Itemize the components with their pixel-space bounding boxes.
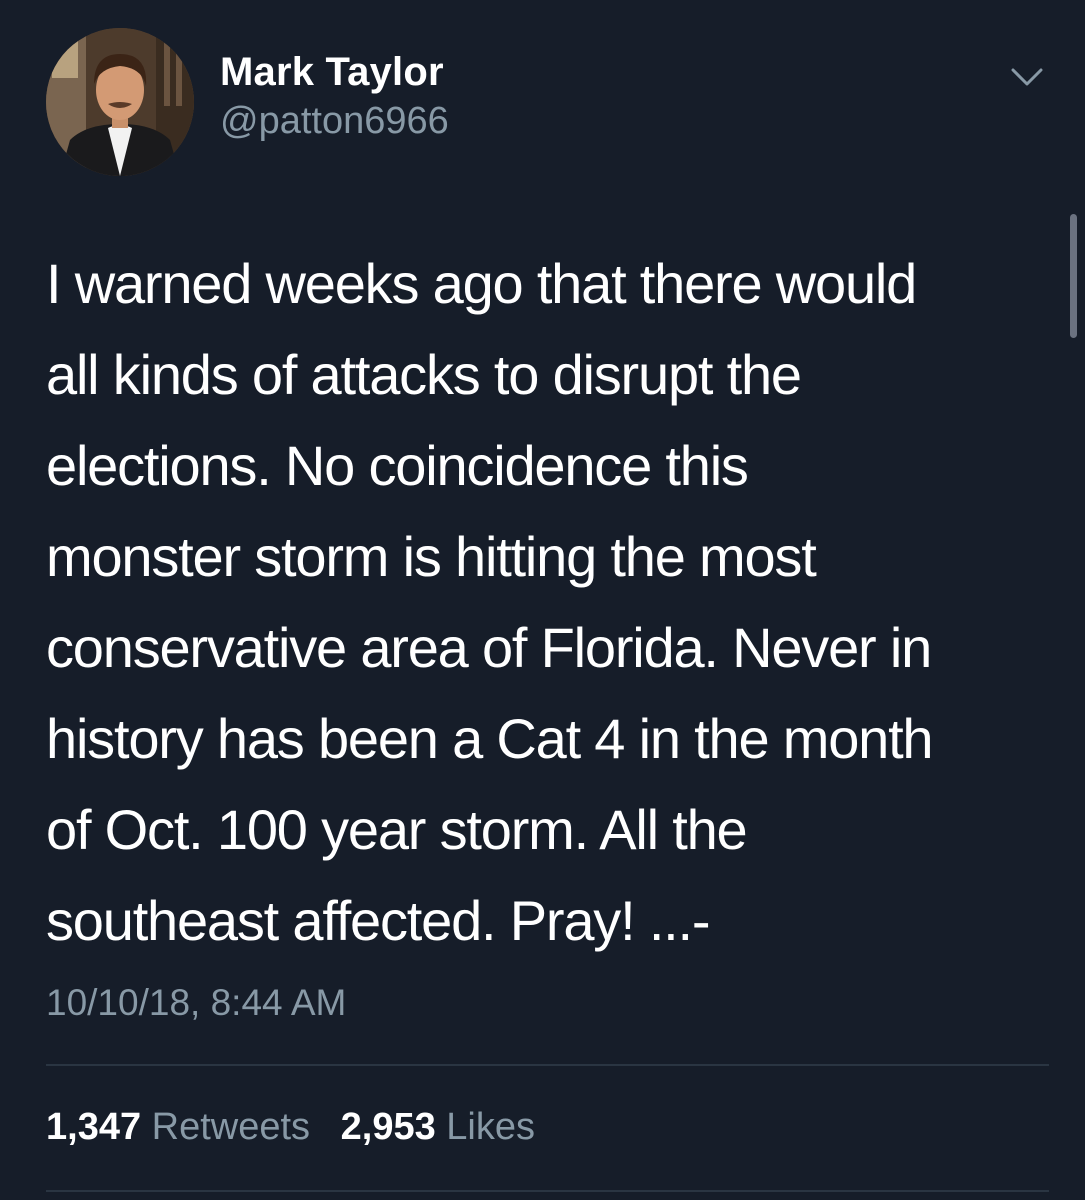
tweet-text-line: of Oct. 100 year storm. All the [46,798,748,861]
author-name[interactable]: Mark Taylor [220,50,444,95]
tweet-text-line: all kinds of attacks to disrupt the [46,343,802,406]
tweet-stats: 1,347 Retweets 2,953 Likes [46,1106,555,1149]
tweet-text-line: conservative area of Florida. Never in [46,616,932,679]
retweets-label: Retweets [151,1106,311,1148]
tweet-text-line: monster storm is hitting the most [46,525,817,588]
likes-stat[interactable]: 2,953 Likes [341,1106,535,1148]
retweets-count: 1,347 [46,1106,142,1148]
divider [46,1064,1049,1066]
chevron-down-icon[interactable] [1007,64,1047,92]
tweet-text: I warned weeks ago that there would all … [46,238,1046,966]
tweet-timestamp[interactable]: 10/10/18, 8:44 AM [46,982,346,1024]
divider [46,1190,1049,1192]
retweets-stat[interactable]: 1,347 Retweets [46,1106,310,1148]
tweet-text-line: elections. No coincidence this [46,434,749,497]
avatar[interactable] [46,28,194,176]
profile-photo-icon [46,28,194,176]
tweet-text-line: southeast affected. Pray! ...- [46,889,711,952]
author-handle[interactable]: @patton6966 [220,100,449,143]
likes-label: Likes [446,1106,535,1148]
tweet-text-line: I warned weeks ago that there would [46,252,917,315]
scrollbar[interactable] [1070,214,1077,338]
likes-count: 2,953 [340,1106,436,1148]
tweet-detail: Mark Taylor @patton6966 I warned weeks a… [0,0,1085,1200]
tweet-text-line: history has been a Cat 4 in the month [46,707,934,770]
